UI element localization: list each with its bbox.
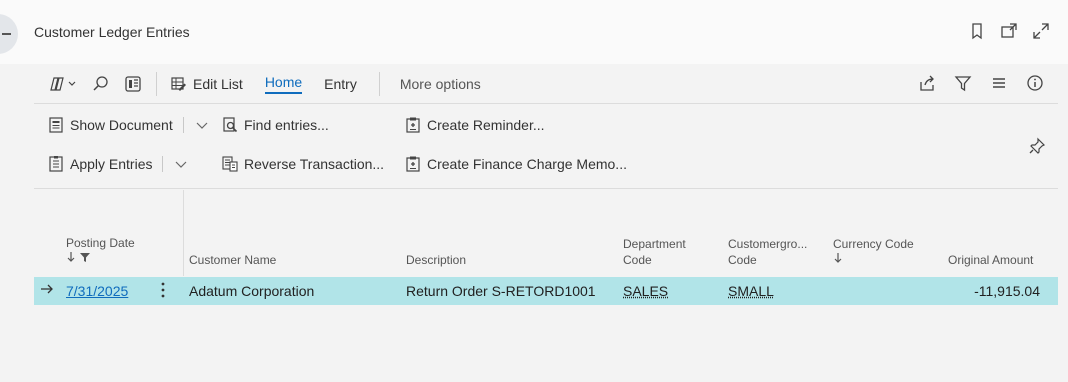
share-icon[interactable] — [918, 74, 936, 92]
customergroup-code-cell[interactable]: SMALL — [728, 283, 774, 299]
sort-descending-icon — [66, 251, 76, 267]
title-bar: Customer Ledger Entries — [0, 0, 1068, 64]
copilot-icon[interactable] — [48, 75, 78, 93]
table-row[interactable]: 7/31/2025 Adatum Corporation Return Orde… — [34, 277, 1058, 305]
show-document-button[interactable]: Show Document — [48, 117, 210, 133]
bookmark-icon[interactable] — [968, 22, 986, 40]
list-view-icon[interactable] — [990, 74, 1008, 92]
more-options-button[interactable]: More options — [400, 76, 481, 92]
tab-home-label: Home — [264, 74, 303, 94]
department-code-header-line1: Department — [623, 237, 686, 251]
action-bar: Edit List Home Entry More options — [34, 64, 1058, 104]
sort-descending-icon — [833, 253, 843, 267]
pin-icon[interactable] — [1028, 137, 1046, 155]
separator — [156, 71, 157, 96]
reverse-transaction-icon — [222, 156, 238, 172]
reverse-transaction-button[interactable]: Reverse Transaction... — [222, 156, 384, 172]
column-header-customer-name[interactable]: Customer Name — [189, 252, 276, 268]
action-ribbon: Show Document Apply Entries Find entries… — [34, 105, 1058, 189]
filter-icon[interactable] — [954, 74, 972, 92]
column-separator — [183, 190, 184, 276]
tab-entry-label: Entry — [324, 75, 357, 92]
chevron-down-icon[interactable] — [194, 117, 210, 133]
column-header-original-amount[interactable]: Original Amount — [948, 252, 1033, 268]
find-entries-label: Find entries... — [244, 117, 329, 133]
expand-icon[interactable] — [1032, 22, 1050, 40]
edit-list-button[interactable]: Edit List — [171, 76, 243, 92]
tab-home[interactable]: Home — [264, 74, 303, 94]
customergroup-code-header-line1: Customergro... — [728, 237, 808, 251]
column-header-customergroup-code[interactable]: Customergro... Code — [728, 236, 807, 268]
column-header-posting-date[interactable]: Posting Date — [66, 235, 135, 267]
edit-list-icon — [171, 76, 187, 92]
column-header-department-code[interactable]: Department Code — [623, 236, 686, 268]
chevron-down-icon[interactable] — [173, 156, 189, 172]
create-finance-charge-memo-icon — [405, 156, 421, 172]
apply-entries-label: Apply Entries — [70, 156, 153, 172]
posting-date-header-label: Posting Date — [66, 236, 135, 250]
customer-name-cell[interactable]: Adatum Corporation — [189, 283, 314, 299]
layout-icon[interactable] — [124, 75, 142, 93]
back-icon — [2, 33, 11, 35]
document-icon — [48, 117, 64, 133]
open-in-new-window-icon[interactable] — [1000, 22, 1018, 40]
tab-entry[interactable]: Entry — [324, 76, 357, 92]
search-icon[interactable] — [92, 75, 110, 93]
page-title: Customer Ledger Entries — [34, 24, 190, 40]
separator — [378, 71, 380, 96]
show-document-label: Show Document — [70, 117, 173, 133]
posting-date-cell[interactable]: 7/31/2025 — [66, 283, 128, 299]
apply-entries-button[interactable]: Apply Entries — [48, 156, 189, 172]
find-entries-button[interactable]: Find entries... — [222, 117, 329, 133]
currency-code-header-label: Currency Code — [833, 237, 914, 251]
create-finance-charge-memo-label: Create Finance Charge Memo... — [427, 156, 627, 172]
find-entries-icon — [222, 117, 238, 133]
department-code-cell[interactable]: SALES — [623, 283, 668, 299]
create-reminder-icon — [405, 117, 421, 133]
row-indicator-arrow-icon — [40, 281, 54, 300]
back-button[interactable] — [0, 14, 18, 54]
department-code-header-line2: Code — [623, 253, 652, 267]
reverse-transaction-label: Reverse Transaction... — [244, 156, 385, 172]
apply-entries-icon — [48, 156, 64, 172]
column-header-currency-code[interactable]: Currency Code — [833, 236, 914, 268]
column-header-description[interactable]: Description — [406, 252, 466, 268]
row-actions-icon[interactable] — [160, 281, 166, 302]
create-reminder-label: Create Reminder... — [427, 117, 545, 133]
info-icon[interactable] — [1026, 74, 1044, 92]
customergroup-code-header-line2: Code — [728, 253, 757, 267]
edit-list-label: Edit List — [193, 75, 243, 92]
create-reminder-button[interactable]: Create Reminder... — [405, 117, 545, 133]
create-finance-charge-memo-button[interactable]: Create Finance Charge Memo... — [405, 156, 627, 172]
original-amount-cell[interactable]: -11,915.04 — [974, 283, 1040, 299]
description-cell[interactable]: Return Order S-RETORD1001 — [406, 283, 596, 299]
filter-applied-icon — [79, 251, 91, 267]
